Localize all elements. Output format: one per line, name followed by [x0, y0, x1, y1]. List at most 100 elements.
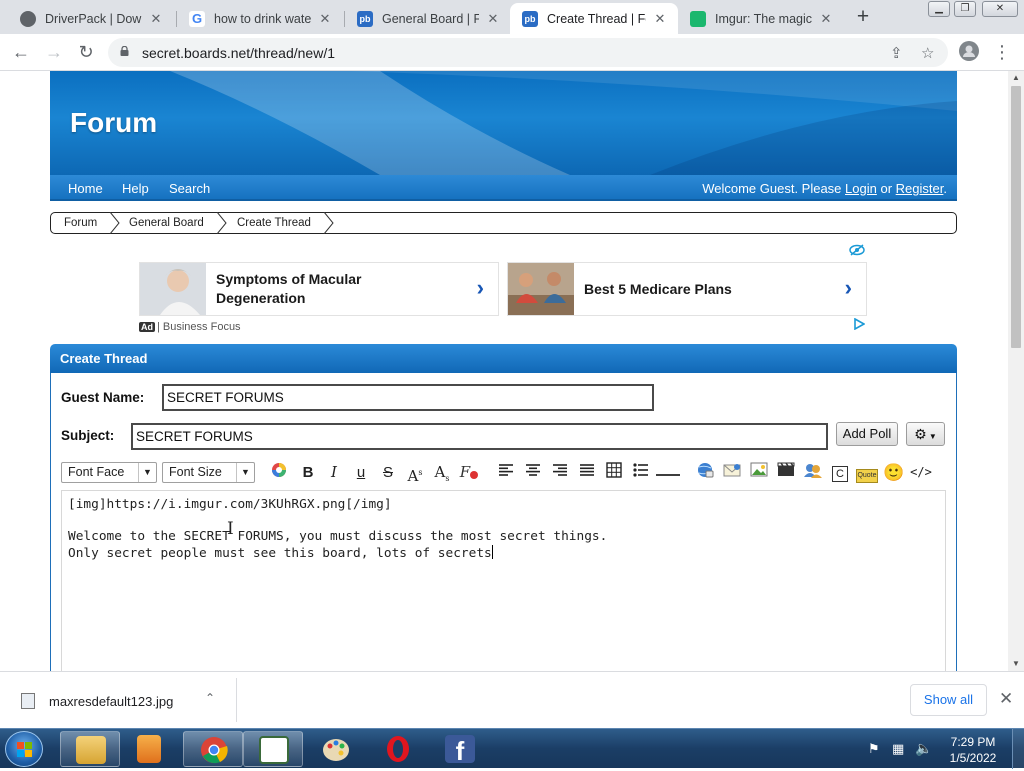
breadcrumb-forum[interactable]: Forum — [64, 217, 97, 229]
align-center-icon[interactable] — [522, 462, 544, 483]
image-icon[interactable] — [748, 462, 770, 483]
chevron-up-icon[interactable]: ⌃ — [205, 691, 215, 705]
menu-kebab-icon[interactable]: ⋮ — [990, 40, 1014, 64]
justify-icon[interactable] — [576, 462, 598, 483]
link-icon[interactable] — [694, 462, 716, 483]
horizontal-rule-icon[interactable] — [655, 462, 681, 483]
page-viewport: Forum Home Help Search Welcome Guest. Pl… — [0, 71, 1008, 671]
network-icon[interactable]: ▦ — [892, 741, 904, 757]
code-c-icon[interactable]: C — [829, 462, 851, 483]
download-filename[interactable]: maxresdefault123.jpg — [49, 694, 173, 709]
editor-line-1[interactable]: [img]https://i.imgur.com/3KUhRGX.png[/im… — [68, 497, 392, 512]
align-left-icon[interactable] — [495, 462, 517, 483]
superscript-icon[interactable]: As — [404, 462, 426, 485]
align-right-icon[interactable] — [549, 462, 571, 483]
share-icon[interactable]: ⇪ — [890, 44, 903, 62]
clock-date: 1/5/2022 — [949, 751, 997, 765]
new-tab-icon[interactable]: + — [852, 6, 874, 28]
taskbar-paint[interactable] — [306, 731, 366, 767]
scrollbar-thumb[interactable] — [1011, 86, 1021, 348]
taskbar-media-player[interactable] — [119, 731, 179, 767]
italic-icon[interactable]: I — [323, 462, 345, 483]
quote-icon[interactable]: Quote — [855, 462, 879, 483]
guest-name-input[interactable]: SECRET FORUMS — [162, 384, 654, 411]
close-tab-icon[interactable]: ✕ — [652, 11, 668, 27]
bullet-list-icon[interactable] — [630, 462, 652, 483]
restore-icon[interactable]: ❐ — [954, 1, 976, 17]
close-tab-icon[interactable]: ✕ — [317, 11, 333, 27]
editor-line-3[interactable]: Welcome to the SECRET FORUMS, you must d… — [68, 529, 607, 544]
subscript-icon[interactable]: As — [431, 462, 453, 483]
taskbar-clock[interactable]: 7:29 PM 1/5/2022 — [943, 734, 1003, 766]
ad-card-medicare[interactable]: Best 5 Medicare Plans › — [507, 262, 867, 316]
table-icon[interactable] — [603, 462, 625, 483]
register-link[interactable]: Register — [896, 181, 944, 196]
video-icon[interactable] — [775, 462, 797, 483]
close-tab-icon[interactable]: ✕ — [818, 11, 834, 27]
color-picker-icon[interactable] — [268, 462, 290, 483]
post-options-button[interactable]: ⚙ ▼ — [906, 422, 945, 446]
reload-icon[interactable]: ↻ — [74, 40, 98, 64]
font-face-select[interactable]: Font Face ▼ — [61, 462, 157, 483]
window-close-icon[interactable]: ✕ — [982, 1, 1018, 17]
breadcrumb-general-board[interactable]: General Board — [129, 217, 204, 229]
tab-imgur[interactable]: Imgur: The magic o ✕ — [678, 3, 844, 34]
nav-search-link[interactable]: Search — [169, 181, 210, 196]
font-size-select[interactable]: Font Size ▼ — [162, 462, 255, 483]
page-scrollbar[interactable]: ▲ ▼ — [1008, 71, 1024, 671]
editor-line-4[interactable]: Only secret people must see this board, … — [68, 545, 493, 561]
tab-general-board[interactable]: pb General Board | For ✕ — [345, 3, 511, 34]
show-desktop-button[interactable] — [1012, 729, 1024, 769]
tab-google[interactable]: G how to drink water ✕ — [177, 3, 343, 34]
ad-source-text[interactable]: | Business Focus — [157, 321, 241, 333]
breadcrumb-create-thread[interactable]: Create Thread — [237, 217, 311, 229]
taskbar-document[interactable] — [243, 731, 303, 767]
scroll-up-icon[interactable]: ▲ — [1008, 71, 1024, 85]
welcome-message: Welcome Guest. Please Login or Register. — [702, 181, 947, 196]
lock-icon[interactable] — [120, 46, 129, 56]
source-code-icon[interactable]: </> — [908, 462, 934, 483]
back-icon[interactable]: ← — [9, 40, 33, 64]
smiley-icon[interactable]: 🙂 — [883, 462, 905, 483]
scroll-down-icon[interactable]: ▼ — [1008, 657, 1024, 671]
taskbar-facebook[interactable]: f — [430, 731, 490, 767]
ad-card-macular[interactable]: Symptoms of Macular Degeneration › — [139, 262, 499, 316]
ad-arrow-icon[interactable]: › — [845, 275, 852, 301]
action-center-flag-icon[interactable]: ⚑ — [868, 741, 880, 757]
underline-icon[interactable]: u — [350, 462, 372, 483]
bold-icon[interactable]: B — [297, 462, 319, 483]
mention-users-icon[interactable] — [802, 462, 824, 483]
profile-avatar-icon[interactable] — [957, 41, 981, 65]
taskbar-explorer[interactable] — [60, 731, 120, 767]
url-text[interactable]: secret.boards.net/thread/new/1 — [142, 45, 335, 61]
editor-line-4-text[interactable]: Only secret people must see this board, … — [68, 546, 492, 561]
ad-card-title[interactable]: Symptoms of Macular Degeneration — [216, 270, 436, 308]
taskbar-opera[interactable] — [368, 731, 428, 767]
taskbar-chrome[interactable] — [183, 731, 243, 767]
adchoices-icon[interactable] — [853, 318, 865, 330]
close-shelf-icon[interactable]: ✕ — [999, 689, 1013, 709]
close-tab-icon[interactable]: ✕ — [148, 11, 164, 27]
start-button[interactable] — [5, 731, 43, 767]
address-bar[interactable]: secret.boards.net/thread/new/1 ⇪ ☆ — [108, 38, 948, 67]
email-icon[interactable] — [721, 462, 743, 483]
clear-format-icon[interactable]: F — [458, 462, 480, 483]
subject-input[interactable]: SECRET FORUMS — [131, 423, 828, 450]
login-link[interactable]: Login — [845, 181, 877, 196]
volume-icon[interactable]: 🔈 — [915, 740, 932, 757]
close-tab-icon[interactable]: ✕ — [485, 11, 501, 27]
tab-driverpack[interactable]: DriverPack | Downl ✕ — [8, 3, 174, 34]
ad-card-title[interactable]: Best 5 Medicare Plans — [584, 280, 732, 299]
nav-help-link[interactable]: Help — [122, 181, 149, 196]
message-editor[interactable]: [img]https://i.imgur.com/3KUhRGX.png[/im… — [61, 490, 946, 671]
add-poll-button[interactable]: Add Poll — [836, 422, 898, 446]
show-all-button[interactable]: Show all — [910, 684, 987, 716]
ad-arrow-icon[interactable]: › — [477, 275, 484, 301]
nav-home-link[interactable]: Home — [68, 181, 103, 196]
bookmark-star-icon[interactable]: ☆ — [921, 44, 934, 62]
minimize-icon[interactable]: ▁ — [928, 1, 950, 17]
ad-hide-eye-icon[interactable] — [849, 244, 865, 256]
tab-create-thread[interactable]: pb Create Thread | For ✕ — [510, 3, 678, 34]
forward-icon[interactable]: → — [42, 40, 66, 64]
strikethrough-icon[interactable]: S — [377, 462, 399, 483]
